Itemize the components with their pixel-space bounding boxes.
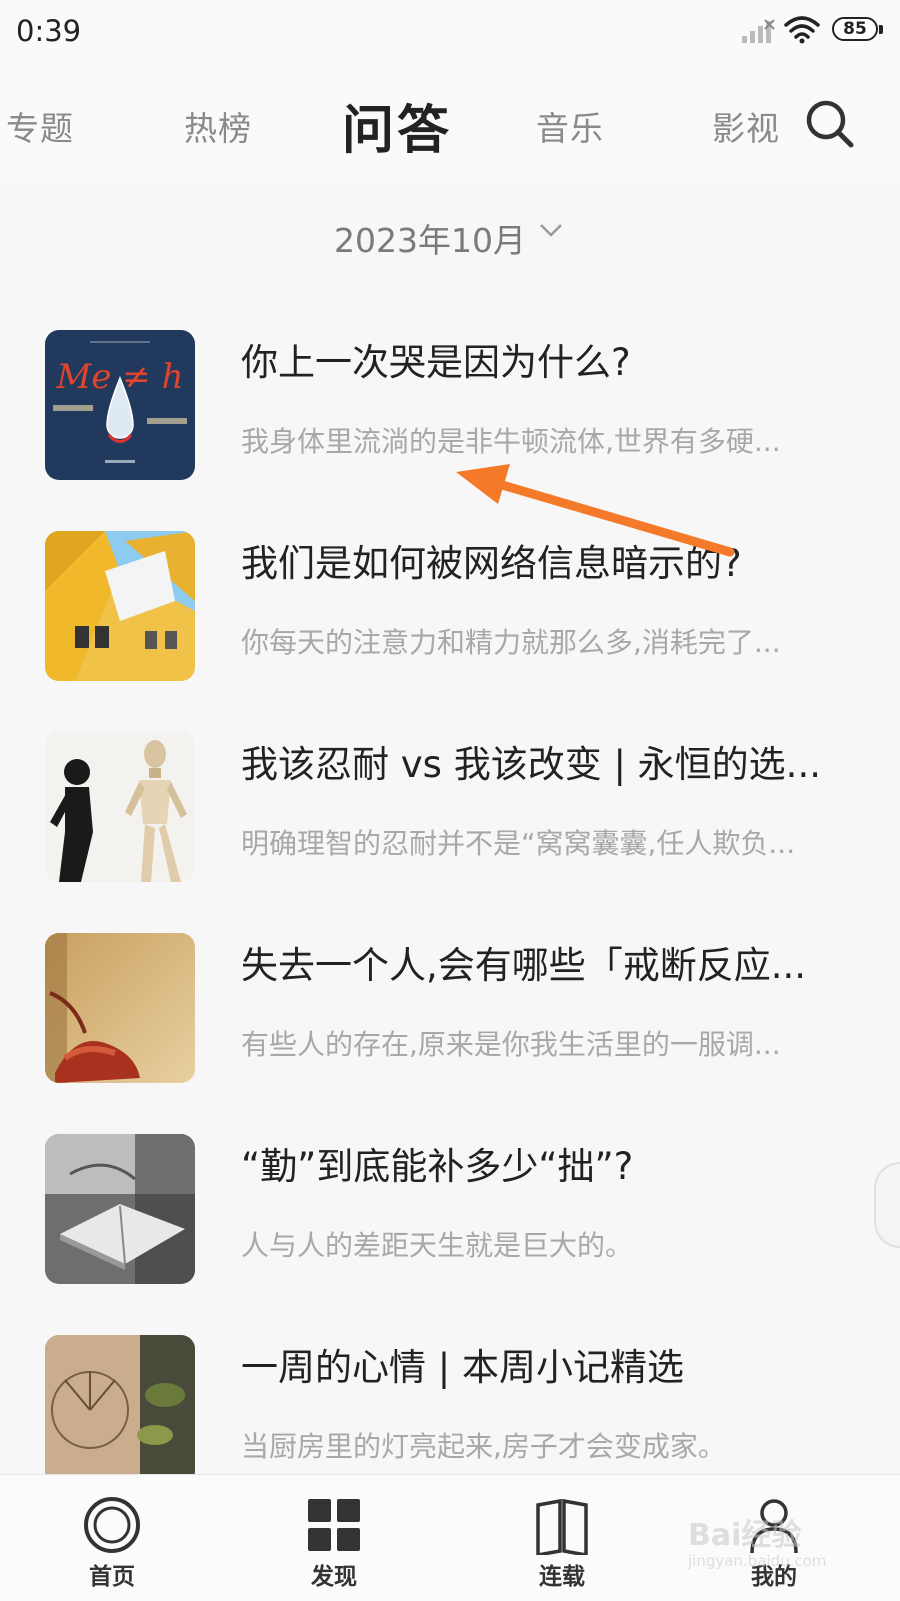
question-title[interactable]: “勤”到底能补多少“拙”? [241, 1136, 851, 1190]
battery-icon: 85 [832, 17, 886, 43]
list-item[interactable]: “勤”到底能补多少“拙”? 人与人的差距天生就是巨大的。 [0, 1104, 900, 1309]
nav-home[interactable]: 首页 [32, 1475, 192, 1601]
nav-label: 首页 [89, 1564, 135, 1590]
question-summary: 人与人的差距天生就是巨大的。 [241, 1229, 634, 1262]
nav-serial[interactable]: 连载 [482, 1475, 642, 1601]
tab-zhuanti[interactable]: 专题 [6, 102, 74, 150]
tab-wenda[interactable]: 问答 [342, 88, 452, 163]
thumbnail-yellow-cube-houses [45, 531, 195, 681]
status-time: 0:39 [16, 14, 82, 48]
question-title[interactable]: 我们是如何被网络信息暗示的? [241, 533, 851, 587]
watermark: Bai经验 jingyan.baidu.com [688, 1510, 888, 1590]
thumbnail-sundial [45, 1335, 195, 1485]
thumbnail-teardrop-poster: Me ≠ h [45, 330, 195, 480]
edge-drawer-handle[interactable] [874, 1162, 900, 1248]
search-icon[interactable] [804, 98, 856, 150]
question-summary: 当厨房里的灯亮起来,房子才会变成家。 [241, 1430, 726, 1463]
list-item[interactable]: 我该忍耐 vs 我该改变 | 永恒的选... 明确理智的忍耐并不是“窝窝囊囊,任… [0, 702, 900, 907]
chevron-down-icon [540, 224, 562, 237]
list-item[interactable]: 我们是如何被网络信息暗示的? 你每天的注意力和精力就那么多,消耗完了... [0, 501, 900, 706]
nav-label: 连载 [539, 1564, 585, 1590]
thumbnail-red-telephone [45, 933, 195, 1083]
question-title[interactable]: 你上一次哭是因为什么? [241, 332, 851, 386]
list-item[interactable]: Me ≠ h 你上一次哭是因为什么? 我身体里流淌的是非牛顿流体,世界有多硬..… [0, 300, 900, 505]
wifi-icon [784, 16, 820, 44]
signal-icon [742, 19, 775, 43]
thumbnail-open-book [45, 1134, 195, 1284]
tab-yinyue[interactable]: 音乐 [536, 102, 604, 150]
question-summary: 明确理智的忍耐并不是“窝窝囊囊,任人欺负... [241, 827, 796, 860]
month-label: 2023年10月 [334, 221, 526, 260]
tab-yingshi[interactable]: 影视 [712, 102, 780, 150]
grid-icon [308, 1499, 360, 1551]
status-bar: 0:39 85 [0, 0, 900, 62]
question-title[interactable]: 失去一个人,会有哪些「戒断反应... [241, 935, 851, 989]
question-title[interactable]: 一周的心情 | 本周小记精选 [241, 1337, 851, 1391]
question-summary: 有些人的存在,原来是你我生活里的一服调... [241, 1028, 781, 1061]
question-summary: 你每天的注意力和精力就那么多,消耗完了... [241, 626, 781, 659]
list-item[interactable]: 失去一个人,会有哪些「戒断反应... 有些人的存在,原来是你我生活里的一服调..… [0, 903, 900, 1108]
watermark-sub: jingyan.baidu.com [688, 1552, 827, 1570]
top-tab-bar: 专题 热榜 问答 音乐 影视 [0, 62, 900, 184]
watermark-text: Bai经验 [688, 1518, 802, 1553]
month-selector[interactable]: 2023年10月 [0, 184, 900, 274]
nav-discover[interactable]: 发现 [254, 1475, 414, 1601]
book-icon [536, 1498, 588, 1555]
question-summary: 我身体里流淌的是非牛顿流体,世界有多硬... [241, 425, 781, 458]
battery-level: 85 [832, 17, 878, 41]
thumbnail-wooden-mannequin [45, 732, 195, 882]
nav-label: 发现 [311, 1564, 357, 1590]
home-circle-icon [84, 1497, 140, 1553]
question-title[interactable]: 我该忍耐 vs 我该改变 | 永恒的选... [241, 734, 851, 788]
tab-rebang[interactable]: 热榜 [184, 102, 252, 150]
